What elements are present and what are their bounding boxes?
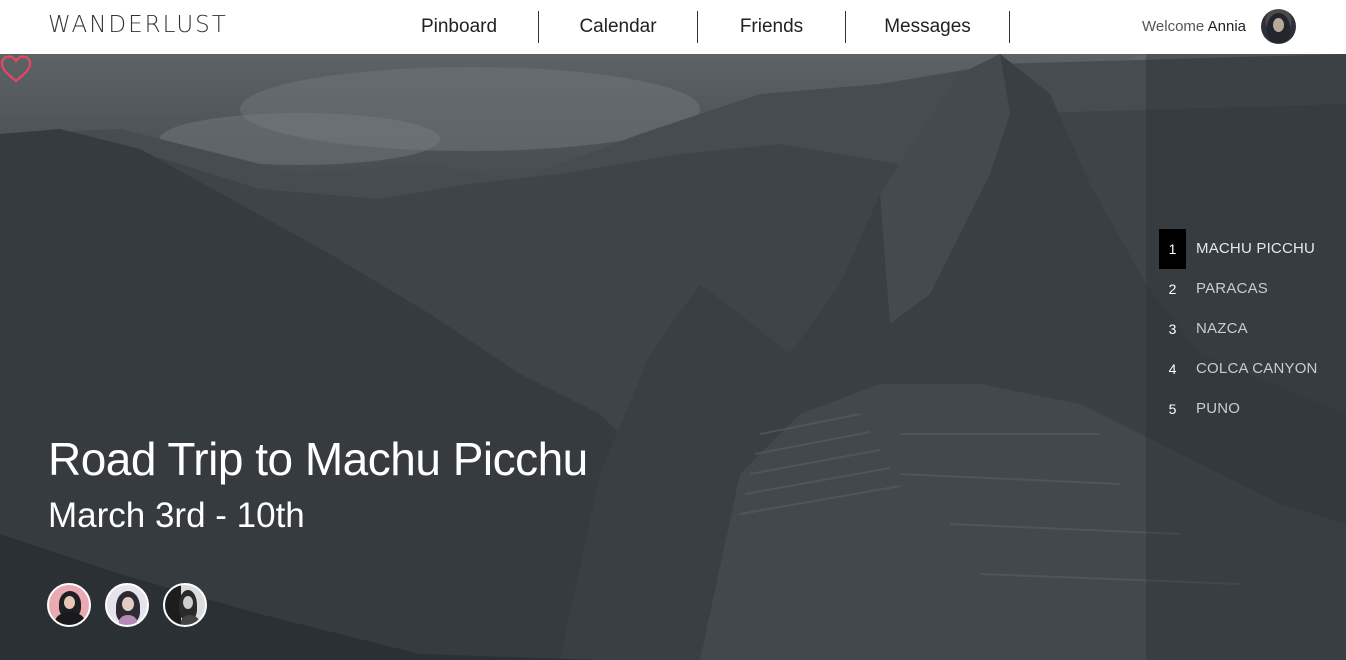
stop-label: MACHU PICCHU [1196,240,1316,257]
user-avatar[interactable] [1261,9,1296,44]
itinerary-stops: 1 MACHU PICCHU 2 PARACAS 3 NAZCA 4 COLCA… [1159,229,1329,429]
stop-item[interactable]: 3 NAZCA [1159,309,1329,349]
stop-number: 3 [1168,321,1177,337]
welcome-text: Welcome Annia [1142,18,1246,35]
stop-label: NAZCA [1196,320,1248,337]
mountain-landscape-image [0,54,1346,660]
trip-friends [47,583,207,627]
stop-label: PUNO [1196,400,1241,417]
trip-title: Road Trip to Machu Picchu [48,433,588,485]
friend-avatar[interactable] [105,583,149,627]
trip-dates: March 3rd - 10th [48,496,305,535]
stop-label: COLCA CANYON [1196,360,1318,377]
stop-number: 2 [1168,281,1177,297]
top-navbar: WANDERLUST Pinboard Calendar Friends Mes… [0,0,1346,54]
hero-banner: Road Trip to Machu Picchu March 3rd - 10… [0,54,1346,660]
app-logo[interactable]: WANDERLUST [48,12,228,38]
nav-divider [1009,11,1010,43]
nav-messages[interactable]: Messages [846,11,1009,43]
friend-avatar[interactable] [163,583,207,627]
stop-number: 4 [1168,361,1177,377]
stop-item[interactable]: 2 PARACAS [1159,269,1329,309]
nav-friends[interactable]: Friends [698,11,845,43]
stop-item[interactable]: 4 COLCA CANYON [1159,349,1329,389]
stop-item[interactable]: 1 MACHU PICCHU [1159,229,1329,269]
heart-icon[interactable] [0,54,32,84]
friend-avatar[interactable] [47,583,91,627]
user-name: Annia [1207,18,1246,35]
stop-number: 1 [1159,229,1186,269]
welcome-prefix: Welcome [1142,18,1205,35]
stop-item[interactable]: 5 PUNO [1159,389,1329,429]
stop-number: 5 [1168,401,1177,417]
main-nav: Pinboard Calendar Friends Messages [380,11,1010,43]
stop-label: PARACAS [1196,280,1268,297]
nav-calendar[interactable]: Calendar [539,11,697,43]
nav-pinboard[interactable]: Pinboard [380,11,538,43]
